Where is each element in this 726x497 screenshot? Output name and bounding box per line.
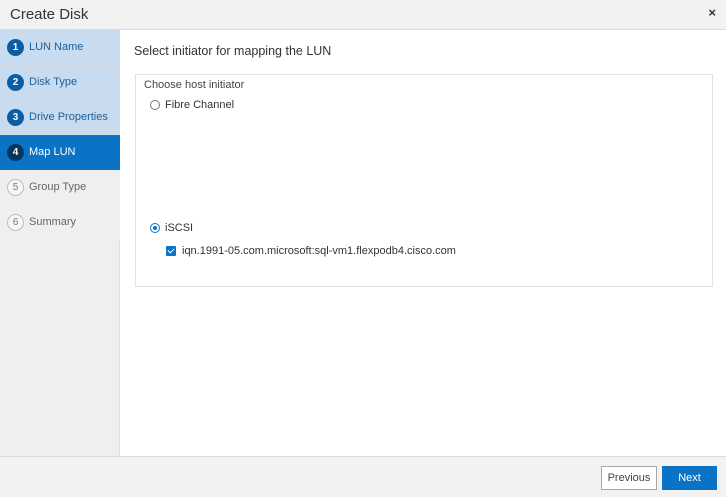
step-label: Group Type xyxy=(29,181,87,193)
fibre-channel-option[interactable]: Fibre Channel xyxy=(150,99,234,111)
step-label: Summary xyxy=(29,216,77,228)
step-number-badge: 5 xyxy=(7,178,24,196)
step-number-badge: 3 xyxy=(7,108,24,126)
step-summary: 6 Summary xyxy=(0,205,120,240)
step-number-badge: 6 xyxy=(7,213,24,231)
main-content: Select initiator for mapping the LUN Cho… xyxy=(121,30,726,456)
close-icon[interactable]: × xyxy=(708,5,716,20)
group-label: Choose host initiator xyxy=(144,79,245,91)
step-number-badge: 2 xyxy=(7,73,24,91)
step-label: Disk Type xyxy=(29,76,78,88)
dialog-title: Create Disk xyxy=(10,6,89,23)
dialog-titlebar: Create Disk × xyxy=(0,0,726,30)
step-label: Map LUN xyxy=(29,146,76,158)
step-lun-name[interactable]: 1 LUN Name xyxy=(0,30,120,65)
step-map-lun[interactable]: 4 Map LUN xyxy=(0,135,120,170)
step-disk-type[interactable]: 2 Disk Type xyxy=(0,65,120,100)
fibre-channel-label: Fibre Channel xyxy=(165,99,235,111)
create-disk-dialog: Create Disk × 1 LUN Name 2 Disk Type 3 D… xyxy=(0,0,726,497)
previous-button[interactable]: Previous xyxy=(601,466,657,490)
step-number-badge: 4 xyxy=(7,143,24,161)
initiator-label: iqn.1991-05.com.microsoft:sql-vm1.flexpo… xyxy=(182,245,456,257)
wizard-steps-sidebar: 1 LUN Name 2 Disk Type 3 Drive Propertie… xyxy=(0,30,120,456)
fibre-channel-radio[interactable] xyxy=(150,100,160,110)
iscsi-option[interactable]: iSCSI xyxy=(150,222,193,234)
step-drive-properties[interactable]: 3 Drive Properties xyxy=(0,100,120,135)
next-button[interactable]: Next xyxy=(662,466,717,490)
host-initiator-group: Choose host initiator Fibre Channel iSCS… xyxy=(135,74,713,287)
step-label: LUN Name xyxy=(29,41,84,53)
section-heading: Select initiator for mapping the LUN xyxy=(134,44,332,58)
initiator-checkbox[interactable] xyxy=(166,246,176,256)
step-label: Drive Properties xyxy=(29,111,108,123)
initiator-item[interactable]: iqn.1991-05.com.microsoft:sql-vm1.flexpo… xyxy=(166,245,456,257)
iscsi-radio[interactable] xyxy=(150,223,160,233)
dialog-footer: Previous Next xyxy=(0,456,726,497)
step-group-type: 5 Group Type xyxy=(0,170,120,205)
iscsi-label: iSCSI xyxy=(165,222,194,234)
step-number-badge: 1 xyxy=(7,38,24,56)
